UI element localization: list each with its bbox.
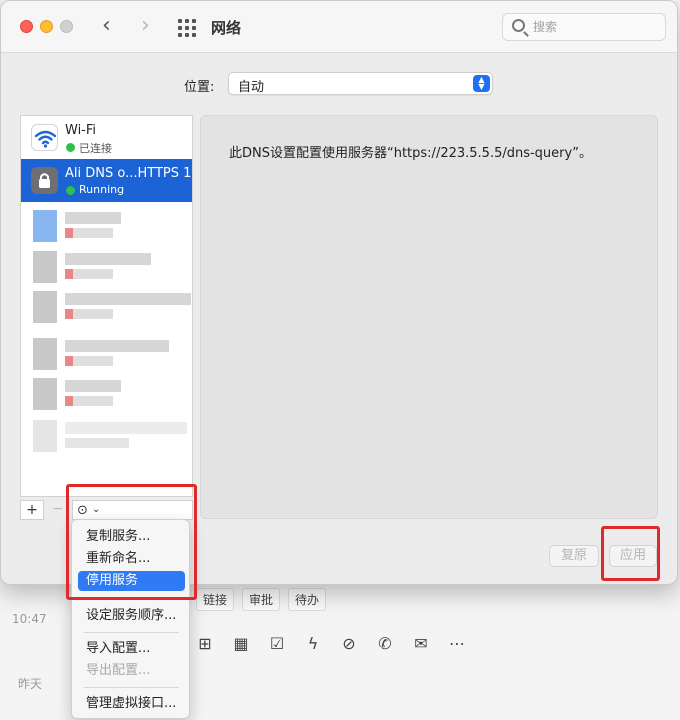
link-icon[interactable]: ⊘ — [340, 634, 358, 653]
calendar-icon[interactable]: ▦ — [232, 634, 250, 653]
checkbox-icon[interactable]: ☑ — [268, 634, 286, 653]
redacted-service-item[interactable] — [31, 376, 191, 412]
background-yesterday: 昨天 — [18, 677, 43, 691]
menu-item-manage-virtual-interfaces[interactable]: 管理虚拟接口... — [78, 694, 185, 714]
menu-separator — [84, 632, 179, 633]
tag-approval[interactable]: 审批 — [242, 588, 281, 611]
service-detail-panel: 此DNS设置配置使用服务器“https://223.5.5.5/dns-quer… — [200, 115, 658, 519]
search-input[interactable] — [533, 18, 653, 36]
search-icon — [512, 19, 525, 32]
more-icon[interactable]: ⋯ — [448, 634, 466, 653]
highlight-box-apply — [601, 526, 660, 581]
titlebar: ‹ › 网络 — [1, 1, 677, 53]
tag-link[interactable]: 链接 — [196, 588, 235, 611]
background-tags: 链接 审批 待办 — [196, 588, 327, 611]
service-name: Wi-Fi — [65, 123, 97, 138]
redacted-service-item[interactable] — [31, 418, 191, 454]
wifi-icon — [31, 124, 58, 151]
redacted-service-item[interactable] — [31, 289, 191, 325]
background-time: 10:47 — [12, 612, 47, 626]
service-status: 已连接 — [79, 142, 112, 155]
location-value: 自动 — [238, 80, 265, 95]
service-item-ali-dns[interactable]: Ali DNS o...HTTPS 1 Running — [21, 159, 192, 202]
select-arrows-icon: ▲ ▼ — [473, 75, 490, 92]
lightning-icon[interactable]: ϟ — [304, 634, 322, 653]
service-item-wifi[interactable]: Wi-Fi 已连接 — [21, 116, 192, 159]
window-title: 网络 — [211, 19, 242, 37]
location-select[interactable]: 自动 ▲ ▼ — [228, 72, 493, 95]
redacted-service-item[interactable] — [31, 208, 191, 244]
mail-icon[interactable]: ✉ — [412, 634, 430, 653]
highlight-box-menu — [66, 484, 197, 600]
redacted-service-item[interactable] — [31, 336, 191, 372]
background-toolbar: ⊞ ▦ ☑ ϟ ⊘ ✆ ✉ ⋯ — [196, 634, 466, 653]
menu-item-export-configuration[interactable]: 导出配置... — [78, 661, 185, 681]
dns-description: 此DNS设置配置使用服务器“https://223.5.5.5/dns-quer… — [229, 146, 592, 161]
menu-item-import-configuration[interactable]: 导入配置... — [78, 639, 185, 659]
show-all-grid-icon[interactable] — [178, 19, 196, 37]
back-chevron-icon[interactable]: ‹ — [102, 13, 111, 38]
forward-chevron-icon[interactable]: › — [141, 13, 150, 38]
add-service-button[interactable]: + — [20, 500, 44, 520]
service-name: Ali DNS o...HTTPS 1 — [65, 166, 192, 181]
status-dot-icon — [66, 186, 75, 195]
lock-icon — [31, 167, 58, 194]
remove-service-button[interactable]: − — [48, 500, 68, 520]
service-status: Running — [79, 183, 125, 196]
menu-item-set-service-order[interactable]: 设定服务顺序... — [78, 606, 185, 626]
zoom-button[interactable] — [60, 20, 73, 33]
redacted-service-item[interactable] — [31, 249, 191, 285]
phone-icon[interactable]: ✆ — [376, 634, 394, 653]
location-label: 位置: — [184, 80, 215, 95]
search-box[interactable] — [502, 13, 666, 41]
revert-button[interactable]: 复原 — [549, 545, 599, 567]
tag-todo[interactable]: 待办 — [288, 588, 327, 611]
close-button[interactable] — [20, 20, 33, 33]
add-folder-icon[interactable]: ⊞ — [196, 634, 214, 653]
status-dot-icon — [66, 143, 75, 152]
menu-separator — [84, 687, 179, 688]
service-list[interactable]: Wi-Fi 已连接 Ali DNS o...HTTPS 1 Running — [20, 115, 193, 497]
minimize-button[interactable] — [40, 20, 53, 33]
